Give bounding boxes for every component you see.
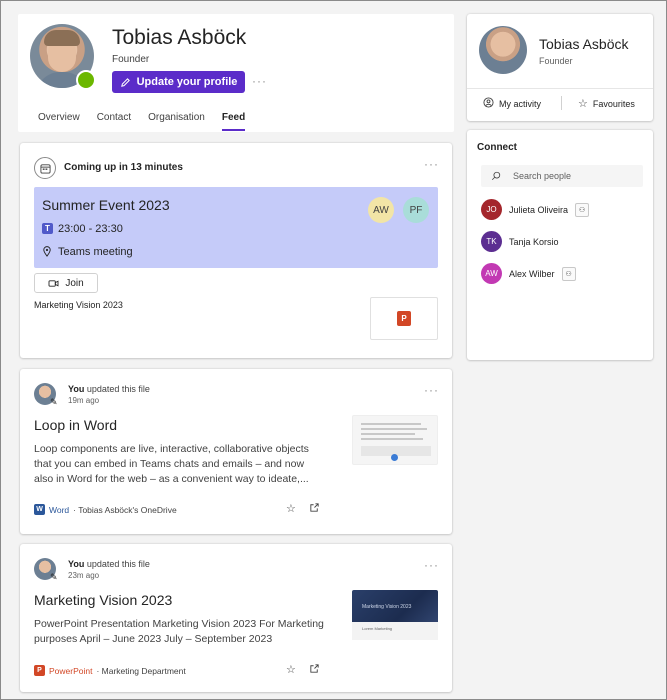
search-icon <box>491 171 501 181</box>
person-item[interactable]: JO Julieta Oliveira ⚇ <box>481 199 590 220</box>
join-button[interactable]: Join <box>34 273 98 293</box>
location-pin-icon <box>42 246 52 260</box>
profile-header: Tobias Asböck Founder Update your profil… <box>18 14 454 132</box>
profile-tabs: Overview Contact Organisation Feed <box>38 112 262 131</box>
connect-card: Connect Search people JO Julieta Oliveir… <box>467 130 653 360</box>
divider <box>561 96 562 110</box>
teams-icon: T <box>42 223 53 234</box>
update-profile-button[interactable]: Update your profile <box>112 71 245 93</box>
app-name: Word <box>49 504 70 515</box>
person-item[interactable]: TK Tanja Korsio <box>481 231 559 252</box>
file-thumbnail[interactable]: Marketing Vision 2023 Lorem Marketing <box>352 590 438 640</box>
file-title[interactable]: Marketing Vision 2023 <box>34 592 172 608</box>
powerpoint-icon: P <box>34 665 45 676</box>
file-location: · Marketing Department <box>96 665 186 676</box>
file-title[interactable]: Loop in Word <box>34 417 117 433</box>
side-profile-name: Tobias Asböck <box>539 36 629 52</box>
my-activity-label: My activity <box>499 99 542 109</box>
feed-item[interactable]: ✎ You updated this file 23m ago ··· Mark… <box>20 544 452 692</box>
favourite-star-icon[interactable]: ☆ <box>286 502 296 516</box>
search-placeholder: Search people <box>513 171 572 181</box>
join-label: Join <box>65 277 84 289</box>
edit-pencil-icon <box>120 77 130 87</box>
connect-title: Connect <box>477 142 517 153</box>
profile-role: Founder <box>112 54 150 65</box>
thumbnail-subtitle: Lorem Marketing <box>362 626 393 631</box>
tab-feed[interactable]: Feed <box>221 112 246 131</box>
time-ago: 19m ago <box>68 396 100 405</box>
event-location: Teams meeting <box>58 246 133 258</box>
calendar-icon <box>34 157 56 179</box>
update-text: You updated this file <box>68 384 150 394</box>
favourite-star-icon[interactable]: ☆ <box>286 663 296 677</box>
contact-card-icon[interactable]: ⚇ <box>575 202 590 217</box>
person-name: Julieta Oliveira <box>509 204 569 215</box>
powerpoint-icon: P <box>397 311 411 326</box>
event-more-icon[interactable]: ··· <box>424 157 439 171</box>
file-description: PowerPoint Presentation Marketing Vision… <box>34 618 324 645</box>
edit-pencil-icon: ✎ <box>50 572 58 582</box>
file-location: · Tobias Asböck's OneDrive <box>73 504 177 515</box>
upcoming-heading: Coming up in 13 minutes <box>64 162 183 173</box>
file-source: P PowerPoint · Marketing Department <box>34 665 186 676</box>
tab-organisation[interactable]: Organisation <box>148 112 205 131</box>
tab-overview[interactable]: Overview <box>38 112 80 131</box>
person-name: Alex Wilber <box>509 268 555 279</box>
favourites-link[interactable]: ☆ Favourites <box>578 97 635 110</box>
star-icon: ☆ <box>578 98 588 110</box>
event-details[interactable]: Summer Event 2023 T 23:00 - 23:30 Teams … <box>34 187 438 268</box>
activity-icon <box>483 97 494 111</box>
update-profile-label: Update your profile <box>136 76 238 88</box>
app-name: PowerPoint <box>49 665 93 676</box>
thumbnail-title: Marketing Vision 2023 <box>362 604 412 610</box>
person-avatar: AW <box>481 263 502 284</box>
update-text: You updated this file <box>68 559 150 569</box>
favourites-label: Favourites <box>592 98 635 109</box>
profile-more-icon[interactable]: ··· <box>252 74 267 88</box>
divider <box>467 88 653 89</box>
feed-more-icon[interactable]: ··· <box>424 383 439 397</box>
presence-available-icon <box>76 70 96 90</box>
file-description: Loop components are live, interactive, c… <box>34 443 309 485</box>
feed-more-icon[interactable]: ··· <box>424 558 439 572</box>
profile-name: Tobias Asböck <box>112 26 247 49</box>
upcoming-event-card[interactable]: Coming up in 13 minutes ··· Summer Event… <box>20 143 452 358</box>
my-activity-link[interactable]: My activity <box>483 97 541 111</box>
side-profile-avatar[interactable] <box>479 26 527 74</box>
edit-pencil-icon: ✎ <box>50 397 58 407</box>
event-title: Summer Event 2023 <box>42 197 170 213</box>
time-ago: 23m ago <box>68 571 100 580</box>
share-icon[interactable] <box>309 663 320 677</box>
attachment-thumbnail[interactable]: P <box>370 297 438 340</box>
search-people-input[interactable]: Search people <box>481 165 643 187</box>
tab-contact[interactable]: Contact <box>97 112 131 131</box>
contact-card-icon[interactable]: ⚇ <box>561 266 576 281</box>
file-actions: ☆ <box>286 663 320 677</box>
word-icon: W <box>34 504 45 515</box>
file-thumbnail[interactable] <box>352 415 438 465</box>
event-time: 23:00 - 23:30 <box>58 223 123 235</box>
person-item[interactable]: AW Alex Wilber ⚇ <box>481 263 576 284</box>
person-avatar: JO <box>481 199 502 220</box>
person-avatar: TK <box>481 231 502 252</box>
video-call-icon <box>48 279 59 287</box>
side-profile-role: Founder <box>539 56 573 66</box>
attendee-avatar[interactable]: AW <box>368 197 394 223</box>
file-source: W Word · Tobias Asböck's OneDrive <box>34 504 177 515</box>
attendee-avatar[interactable]: PF <box>403 197 429 223</box>
file-actions: ☆ <box>286 502 320 516</box>
share-icon[interactable] <box>309 502 320 516</box>
feed-item[interactable]: ✎ You updated this file 19m ago ··· Loop… <box>20 369 452 534</box>
person-name: Tanja Korsio <box>509 236 559 247</box>
attachment-label[interactable]: Marketing Vision 2023 <box>34 300 123 310</box>
side-profile-card: Tobias Asböck Founder My activity ☆ Favo… <box>467 14 653 121</box>
